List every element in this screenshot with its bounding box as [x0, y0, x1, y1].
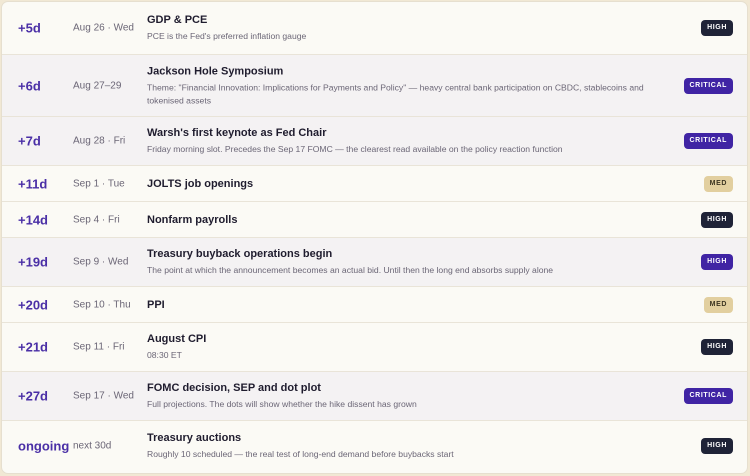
importance-badge: HIGH	[701, 339, 733, 355]
event-offset: +7d	[18, 133, 41, 149]
event-content: August CPI 08:30 ET	[147, 332, 647, 362]
event-title: Jackson Hole Symposium	[147, 65, 284, 77]
event-content: Treasury auctions Roughly 10 scheduled —…	[147, 431, 647, 461]
event-content: PPI	[147, 298, 647, 312]
event-offset: +6d	[18, 78, 41, 93]
event-date: Sep 4 · Fri	[73, 214, 120, 225]
event-title: Nonfarm payrolls	[147, 213, 238, 226]
event-title: FOMC decision, SEP and dot plot	[147, 382, 321, 394]
importance-badge: MED	[703, 175, 733, 192]
importance-badge: MED	[703, 296, 733, 313]
event-offset: +19d	[18, 254, 48, 270]
event-offset: +20d	[18, 297, 48, 312]
event-row: +20d Sep 10 · Thu PPI MED	[2, 287, 747, 323]
importance-badge: CRITICAL	[683, 388, 733, 404]
event-date: Sep 1 · Tue	[73, 178, 125, 189]
event-date: Aug 28 · Fri	[73, 135, 126, 147]
event-row: ongoing next 30d Treasury auctions Rough…	[2, 421, 747, 471]
event-title: PPI	[147, 298, 165, 311]
event-title: Treasury buyback operations begin	[147, 248, 333, 260]
event-offset: +21d	[18, 339, 48, 355]
importance-badge: CRITICAL	[683, 77, 733, 94]
event-row: +11d Sep 1 · Tue JOLTS job openings MED	[2, 166, 747, 202]
event-row: +5d Aug 26 · Wed GDP & PCE PCE is the Fe…	[2, 2, 747, 55]
event-offset: +14d	[18, 212, 48, 227]
importance-badge: HIGH	[701, 254, 733, 270]
event-title: JOLTS job openings	[147, 177, 254, 190]
event-date: Sep 9 · Wed	[73, 256, 129, 268]
event-content: Jackson Hole Symposium Theme: "Financial…	[147, 64, 647, 107]
event-row: +27d Sep 17 · Wed FOMC decision, SEP and…	[2, 372, 747, 421]
event-row: +21d Sep 11 · Fri August CPI 08:30 ET HI…	[2, 323, 747, 372]
event-description: Friday morning slot. Precedes the Sep 17…	[147, 144, 563, 154]
event-content: Nonfarm payrolls	[147, 213, 647, 227]
event-offset: +27d	[18, 388, 48, 404]
event-description: The point at which the announcement beco…	[147, 265, 554, 275]
event-calendar: +5d Aug 26 · Wed GDP & PCE PCE is the Fe…	[1, 1, 748, 474]
event-content: Treasury buyback operations begin The po…	[147, 247, 647, 277]
event-content: GDP & PCE PCE is the Fed's preferred inf…	[147, 13, 647, 43]
event-content: JOLTS job openings	[147, 177, 647, 191]
event-content: FOMC decision, SEP and dot plot Full pro…	[147, 381, 647, 411]
importance-badge: CRITICAL	[683, 133, 733, 149]
event-date: Sep 10 · Thu	[73, 299, 131, 310]
event-title: Treasury auctions	[147, 432, 242, 444]
event-date: Aug 27–29	[73, 80, 122, 91]
event-description: Theme: "Financial Innovation: Implicatio…	[147, 82, 644, 105]
event-row: +7d Aug 28 · Fri Warsh's first keynote a…	[2, 117, 747, 166]
event-date: Aug 26 · Wed	[73, 22, 134, 34]
event-row: +6d Aug 27–29 Jackson Hole Symposium The…	[2, 55, 747, 117]
event-description: 08:30 ET	[147, 350, 182, 360]
event-title: August CPI	[147, 333, 207, 345]
event-date: Sep 17 · Wed	[73, 390, 134, 402]
importance-badge: HIGH	[701, 211, 733, 228]
event-date: Sep 11 · Fri	[73, 341, 125, 353]
event-date: next 30d	[73, 440, 112, 452]
event-content: Warsh's first keynote as Fed Chair Frida…	[147, 126, 647, 156]
event-row: +14d Sep 4 · Fri Nonfarm payrolls HIGH	[2, 202, 747, 238]
event-title: Warsh's first keynote as Fed Chair	[147, 127, 327, 139]
event-offset: ongoing	[18, 438, 70, 454]
event-description: Full projections. The dots will show whe…	[147, 399, 417, 409]
event-offset: +11d	[18, 176, 48, 191]
event-title: GDP & PCE	[147, 14, 208, 26]
event-description: Roughly 10 scheduled — the real test of …	[147, 449, 454, 459]
event-description: PCE is the Fed's preferred inflation gau…	[147, 31, 307, 41]
event-offset: +5d	[18, 20, 41, 36]
importance-badge: HIGH	[701, 20, 733, 36]
event-row: +19d Sep 9 · Wed Treasury buyback operat…	[2, 238, 747, 287]
importance-badge: HIGH	[701, 438, 733, 454]
